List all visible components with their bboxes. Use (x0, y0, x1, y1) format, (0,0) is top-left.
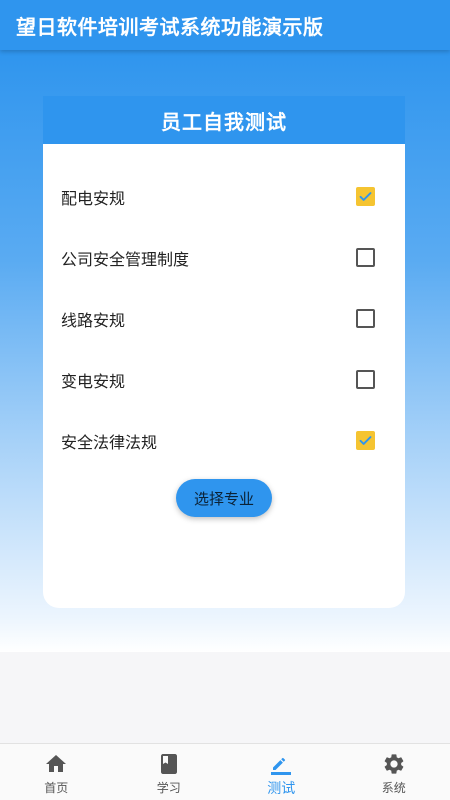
option-row[interactable]: 安全法律法规 (43, 410, 405, 471)
app-title: 望日软件培训考试系统功能演示版 (16, 14, 324, 39)
checkbox[interactable] (356, 248, 375, 267)
option-label: 配电安规 (61, 188, 126, 208)
nav-item-system[interactable]: 系统 (338, 744, 450, 800)
option-row[interactable]: 配电安规 (43, 166, 405, 227)
checkmark-icon (359, 436, 372, 445)
checkbox[interactable] (356, 370, 375, 389)
option-label: 公司安全管理制度 (61, 249, 190, 269)
option-label: 安全法律法规 (61, 432, 158, 452)
checkbox[interactable] (356, 309, 375, 328)
card-header: 员工自我测试 (43, 96, 405, 144)
card-title: 员工自我测试 (161, 109, 287, 134)
option-label: 线路安规 (61, 310, 126, 330)
checkbox[interactable] (356, 187, 375, 206)
nav-label: 测试 (267, 781, 296, 797)
self-test-card: 员工自我测试 配电安规 公司安全管理制度 线路安规 变电安规 安全法律法规 选择… (43, 96, 405, 608)
pencil-icon (269, 752, 293, 776)
select-specialty-button[interactable]: 选择专业 (176, 479, 272, 517)
nav-item-test[interactable]: 测试 (225, 744, 338, 800)
nav-label: 学习 (156, 781, 181, 795)
checkbox[interactable] (356, 431, 375, 450)
bottom-nav: 首页 学习 测试 系统 (0, 743, 450, 800)
app-header: 望日软件培训考试系统功能演示版 (0, 0, 450, 50)
option-row[interactable]: 变电安规 (43, 349, 405, 410)
nav-label: 系统 (381, 781, 406, 795)
specialty-list: 配电安规 公司安全管理制度 线路安规 变电安规 安全法律法规 (43, 144, 405, 471)
nav-item-study[interactable]: 学习 (113, 744, 226, 800)
nav-label: 首页 (44, 781, 69, 795)
home-icon (44, 752, 68, 776)
option-row[interactable]: 线路安规 (43, 288, 405, 349)
gear-icon (382, 752, 406, 776)
option-row[interactable]: 公司安全管理制度 (43, 227, 405, 288)
option-label: 变电安规 (61, 371, 126, 391)
checkmark-icon (359, 192, 372, 201)
nav-item-home[interactable]: 首页 (0, 744, 113, 800)
book-icon (157, 752, 181, 776)
